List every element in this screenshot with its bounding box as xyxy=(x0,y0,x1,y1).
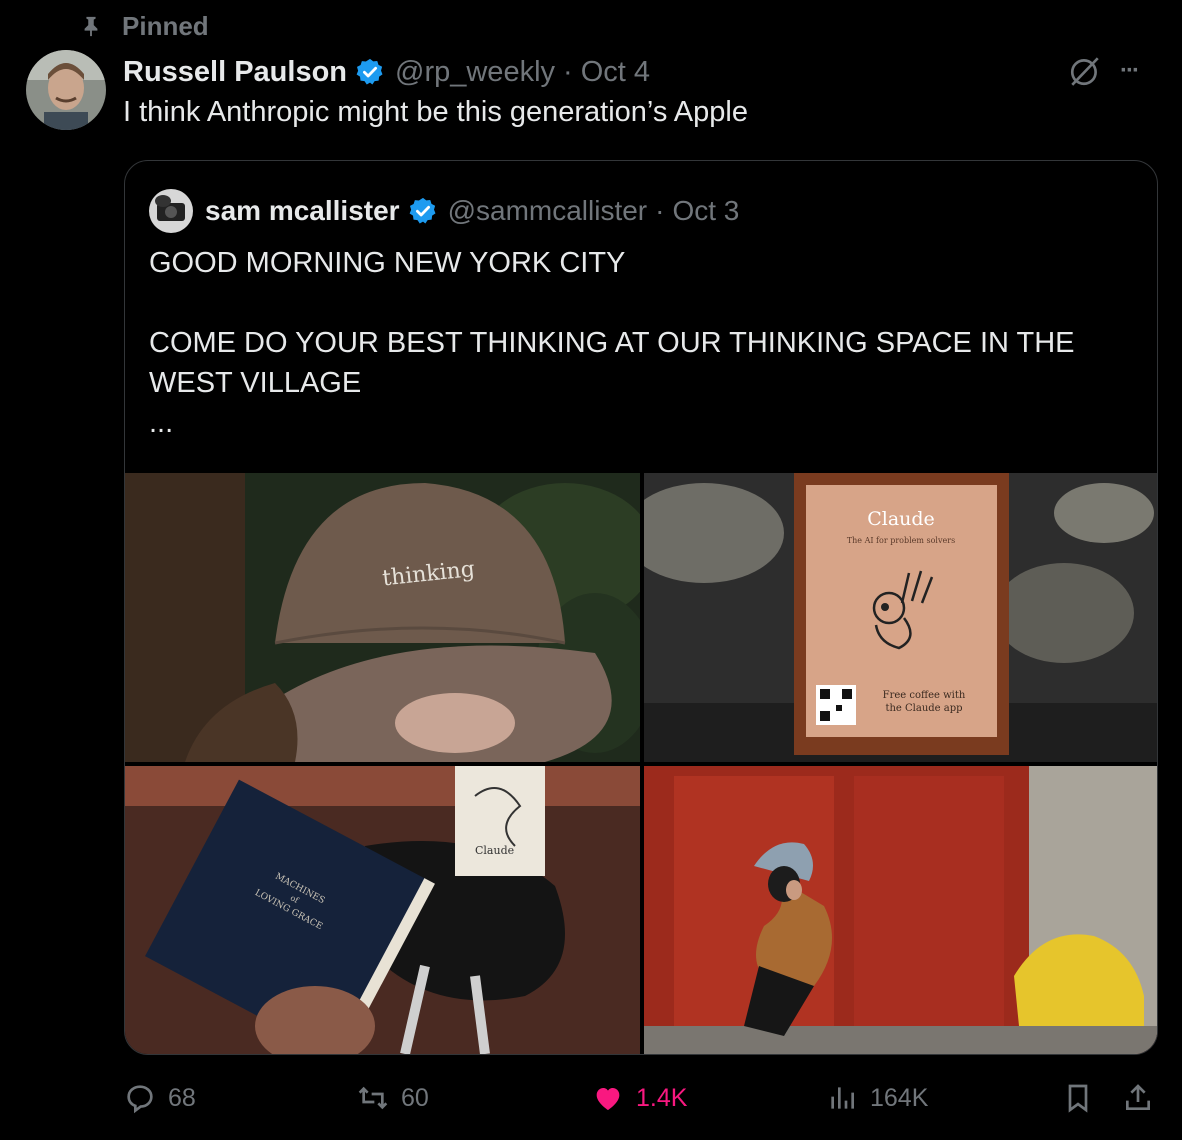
reply-button[interactable]: 68 xyxy=(124,1082,196,1114)
author-handle[interactable]: @rp_weekly xyxy=(395,56,555,89)
photo-door[interactable] xyxy=(644,766,1157,1054)
sign-footer-2: the Claude app xyxy=(885,703,962,714)
photo-sign[interactable]: Claude The AI for problem solvers Free c… xyxy=(644,473,1157,762)
share-icon xyxy=(1126,1084,1150,1110)
like-button[interactable]: 1.4K xyxy=(592,1082,687,1114)
header-separator: · xyxy=(563,55,573,88)
views-button[interactable]: 164K xyxy=(826,1082,928,1114)
quoted-text-line-1: GOOD MORNING NEW YORK CITY xyxy=(149,247,626,279)
quoted-avatar-image xyxy=(149,189,193,233)
share-button[interactable] xyxy=(1122,1082,1166,1114)
verified-badge-icon xyxy=(409,197,436,224)
quoted-author-name[interactable]: sam mcallister xyxy=(205,195,400,227)
views-chart-icon xyxy=(831,1087,854,1109)
pinned-label: Pinned xyxy=(122,10,209,41)
quoted-text-line-2: COME DO YOUR BEST THINKING AT OUR THINKI… xyxy=(149,327,1083,399)
bookmark-button[interactable] xyxy=(1062,1082,1106,1114)
repost-count: 60 xyxy=(401,1083,429,1112)
pin-icon xyxy=(84,16,98,37)
quoted-header-separator: · xyxy=(655,195,665,226)
quoted-tweet[interactable]: sam mcallister @sammcallister · Oct 3 GO… xyxy=(124,160,1158,1055)
photo-book[interactable]: Claude MACHINES of LOVING GRACE xyxy=(125,766,640,1054)
bookmark-icon xyxy=(1068,1084,1088,1113)
quoted-text-ellipsis: ... xyxy=(149,407,174,439)
author-avatar[interactable] xyxy=(26,50,106,130)
views-count: 164K xyxy=(870,1083,929,1112)
reply-count: 68 xyxy=(168,1083,196,1112)
heart-filled-icon xyxy=(596,1088,620,1110)
sign-title: Claude xyxy=(867,508,935,530)
cup-text: Claude xyxy=(475,844,514,857)
avatar-image xyxy=(26,50,106,130)
tweet-header: Russell Paulson @rp_weekly · Oct 4 xyxy=(123,52,650,92)
repost-button[interactable]: 60 xyxy=(357,1082,429,1114)
photo-cap[interactable]: thinking xyxy=(125,473,640,762)
quoted-tweet-text: GOOD MORNING NEW YORK CITY COME DO YOUR … xyxy=(149,243,1139,443)
author-name[interactable]: Russell Paulson xyxy=(123,56,347,89)
quoted-author-avatar[interactable] xyxy=(149,189,193,233)
sign-subtitle: The AI for problem solvers xyxy=(847,536,955,545)
pinned-indicator: Pinned xyxy=(80,10,209,42)
tweet-action-bar: 68 60 1.4K 164K xyxy=(0,1060,1182,1140)
verified-badge-icon xyxy=(356,58,383,85)
tweet-date[interactable]: Oct 4 xyxy=(581,56,650,89)
sign-footer-1: Free coffee with xyxy=(883,690,966,701)
grok-icon[interactable] xyxy=(1068,54,1102,88)
repost-icon xyxy=(358,1086,388,1110)
quoted-tweet-date[interactable]: Oct 3 xyxy=(672,195,739,227)
reply-icon xyxy=(127,1085,153,1114)
photo-grid: thinking Claude The AI for problem solve… xyxy=(125,473,1157,1054)
tweet-text: I think Anthropic might be this generati… xyxy=(123,96,748,128)
tweet-top-actions: ··· xyxy=(1068,54,1140,88)
quoted-tweet-header: sam mcallister @sammcallister · Oct 3 xyxy=(205,191,739,231)
like-count: 1.4K xyxy=(636,1083,688,1112)
quoted-author-handle[interactable]: @sammcallister xyxy=(448,195,648,227)
more-options-button[interactable]: ··· xyxy=(1120,57,1140,85)
